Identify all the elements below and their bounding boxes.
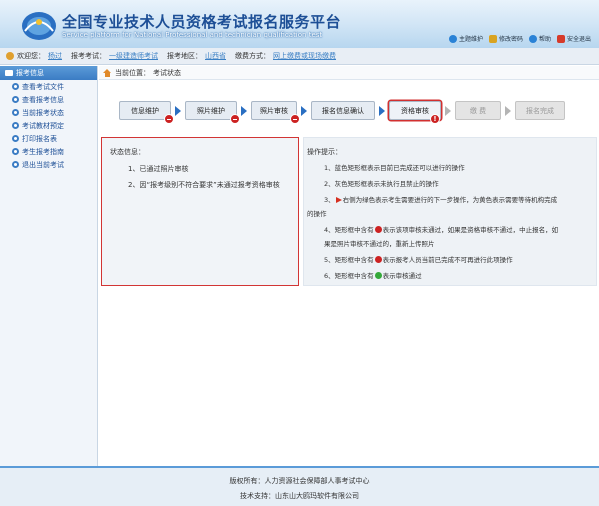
sidebar-item-print-form[interactable]: 打印报名表 [0, 132, 97, 145]
theme-link[interactable]: 主题维护 [448, 34, 483, 43]
arrow-icon [505, 106, 511, 116]
header-links: 主题维护 修改密码 帮助 安全退出 [448, 34, 591, 43]
welcome-label: 欢迎您： [17, 52, 45, 60]
bullet-icon [12, 161, 19, 168]
user-info-bar: 欢迎您： 杨过 报考考试： 一级建造师考试 报考地区： 山西省 缴费方式： 网上… [0, 48, 599, 65]
site-header: 全国专业技术人员资格考试报名服务平台 Service platform for … [0, 0, 599, 48]
step-qualification-review[interactable]: 资格审核 ! [389, 101, 441, 124]
tips-panel: 操作提示： 1、蓝色矩形框表示目前已完成还可以进行的操作 2、灰色矩形框表示未执… [303, 137, 597, 286]
arrow-icon [379, 106, 385, 116]
error-icon: ! [430, 114, 440, 124]
logo-icon [22, 12, 56, 40]
sidebar-item-exam-files[interactable]: 查看考试文件 [0, 80, 97, 93]
step-photo-review[interactable]: 照片审核 [251, 101, 300, 124]
tip-4: 4、矩形框中含有 表示该项审核未通过，如果是资格审核不通过，中止报名，如 [324, 226, 559, 234]
step-photo-maintenance[interactable]: 照片维护 [185, 101, 240, 124]
tip-3-cont: 的操作 [307, 210, 327, 218]
arrow-icon [445, 106, 451, 116]
user-name[interactable]: 杨过 [48, 51, 62, 61]
check-icon [374, 272, 382, 279]
bullet-icon [12, 135, 19, 142]
arrow-icon [175, 106, 181, 116]
site-title: 全国专业技术人员资格考试报名服务平台 [62, 13, 342, 31]
logout-link[interactable]: 安全退出 [556, 34, 591, 43]
sidebar-item-textbook[interactable]: 考试教材预定 [0, 119, 97, 132]
step-status-icon [164, 114, 174, 124]
copyright-text: 版权所有：人力资源社会保障部人事考试中心 [229, 477, 370, 485]
breadcrumb: 当前位置： 考试状态 [99, 66, 599, 80]
arrow-icon [301, 106, 307, 116]
step-payment: 缴 费 [455, 101, 501, 120]
tip-3: 3、 右侧为绿色表示考生需要进行的下一步操作，为黄色表示需要等待机构完成 [324, 196, 558, 204]
payment-value[interactable]: 网上缴费或现场缴费 [273, 51, 336, 61]
tip-2: 2、灰色矩形框表示未执行且禁止的操作 [324, 180, 439, 188]
step-status-icon [290, 114, 300, 124]
payment-label: 缴费方式： [235, 52, 270, 60]
change-password-link[interactable]: 修改密码 [488, 34, 523, 43]
bullet-icon [12, 96, 19, 103]
status-line-2: 2、因“报考级别不符合要求”未通过报考资格审核 [128, 181, 280, 189]
step-info-confirm[interactable]: 报名信息确认 [311, 101, 375, 120]
region-label: 报考地区： [167, 52, 202, 60]
status-line-1: 1、已通过照片审核 [128, 165, 189, 173]
sidebar-header: 报考信息 [0, 66, 97, 80]
region-value[interactable]: 山西省 [205, 51, 226, 61]
arrow-icon [241, 106, 247, 116]
tech-support-text: 技术支持：山东山大鸥玛软件有限公司 [240, 492, 359, 500]
main-content: 当前位置： 考试状态 信息维护 照片维护 照片审核 报名信息确认 资格审核 ! … [99, 66, 599, 466]
step-status-icon [230, 114, 240, 124]
sidebar-item-current-status[interactable]: 当前报考状态 [0, 106, 97, 119]
done-locked-icon [374, 256, 382, 263]
mail-icon [5, 70, 13, 76]
home-icon [103, 68, 112, 77]
step-complete: 报名完成 [515, 101, 565, 120]
bullet-icon [12, 148, 19, 155]
exit-icon [556, 34, 565, 43]
tip-6: 6、矩形框中含有 表示审核通过 [324, 272, 422, 280]
sidebar-item-guide[interactable]: 考生报考指南 [0, 145, 97, 158]
tip-5: 5、矩形框中含有 表示报考人员当前已完成不可再进行此项操作 [324, 256, 513, 264]
help-icon [528, 34, 537, 43]
sidebar-item-exit-exam[interactable]: 退出当前考试 [0, 158, 97, 171]
tip-4-cont: 果是照片审核不通过的，重新上传照片 [324, 240, 435, 248]
home-icon [448, 34, 457, 43]
sidebar-item-view-info[interactable]: 查看报考信息 [0, 93, 97, 106]
exam-label: 报考考试： [71, 52, 106, 60]
sidebar: 报考信息 查看考试文件 查看报考信息 当前报考状态 考试教材预定 打印报名表 考… [0, 66, 98, 466]
exam-value[interactable]: 一级建造师考试 [109, 51, 158, 61]
next-step-arrow-icon [335, 197, 342, 203]
step-info-maintenance[interactable]: 信息维护 [119, 101, 174, 124]
lock-icon [488, 34, 497, 43]
bullet-icon [12, 122, 19, 129]
help-link[interactable]: 帮助 [528, 34, 551, 43]
footer: 版权所有：人力资源社会保障部人事考试中心 技术支持：山东山大鸥玛软件有限公司 [0, 466, 599, 506]
user-icon [6, 52, 14, 60]
bullet-icon [12, 109, 19, 116]
error-icon [374, 226, 382, 233]
breadcrumb-label: 当前位置： [115, 68, 150, 77]
tip-1: 1、蓝色矩形框表示目前已完成还可以进行的操作 [324, 164, 465, 172]
tips-title: 操作提示： [307, 148, 342, 156]
breadcrumb-current: 考试状态 [153, 68, 181, 77]
status-panel: 状态信息： 1、已通过照片审核 2、因“报考级别不符合要求”未通过报考资格审核 [101, 137, 299, 286]
site-subtitle: Service platform for National Profession… [62, 31, 323, 39]
status-title: 状态信息： [110, 148, 145, 156]
bullet-icon [12, 83, 19, 90]
